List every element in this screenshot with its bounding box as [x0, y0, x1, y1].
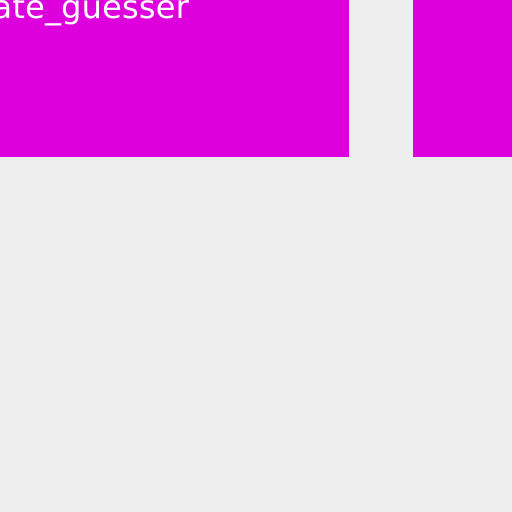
app-tile-label: date_guesser	[0, 0, 190, 26]
app-grid-screen: date_guesser	[0, 0, 512, 512]
app-tile-date-guesser[interactable]: date_guesser	[0, 0, 349, 157]
app-tile-2[interactable]	[413, 0, 512, 157]
